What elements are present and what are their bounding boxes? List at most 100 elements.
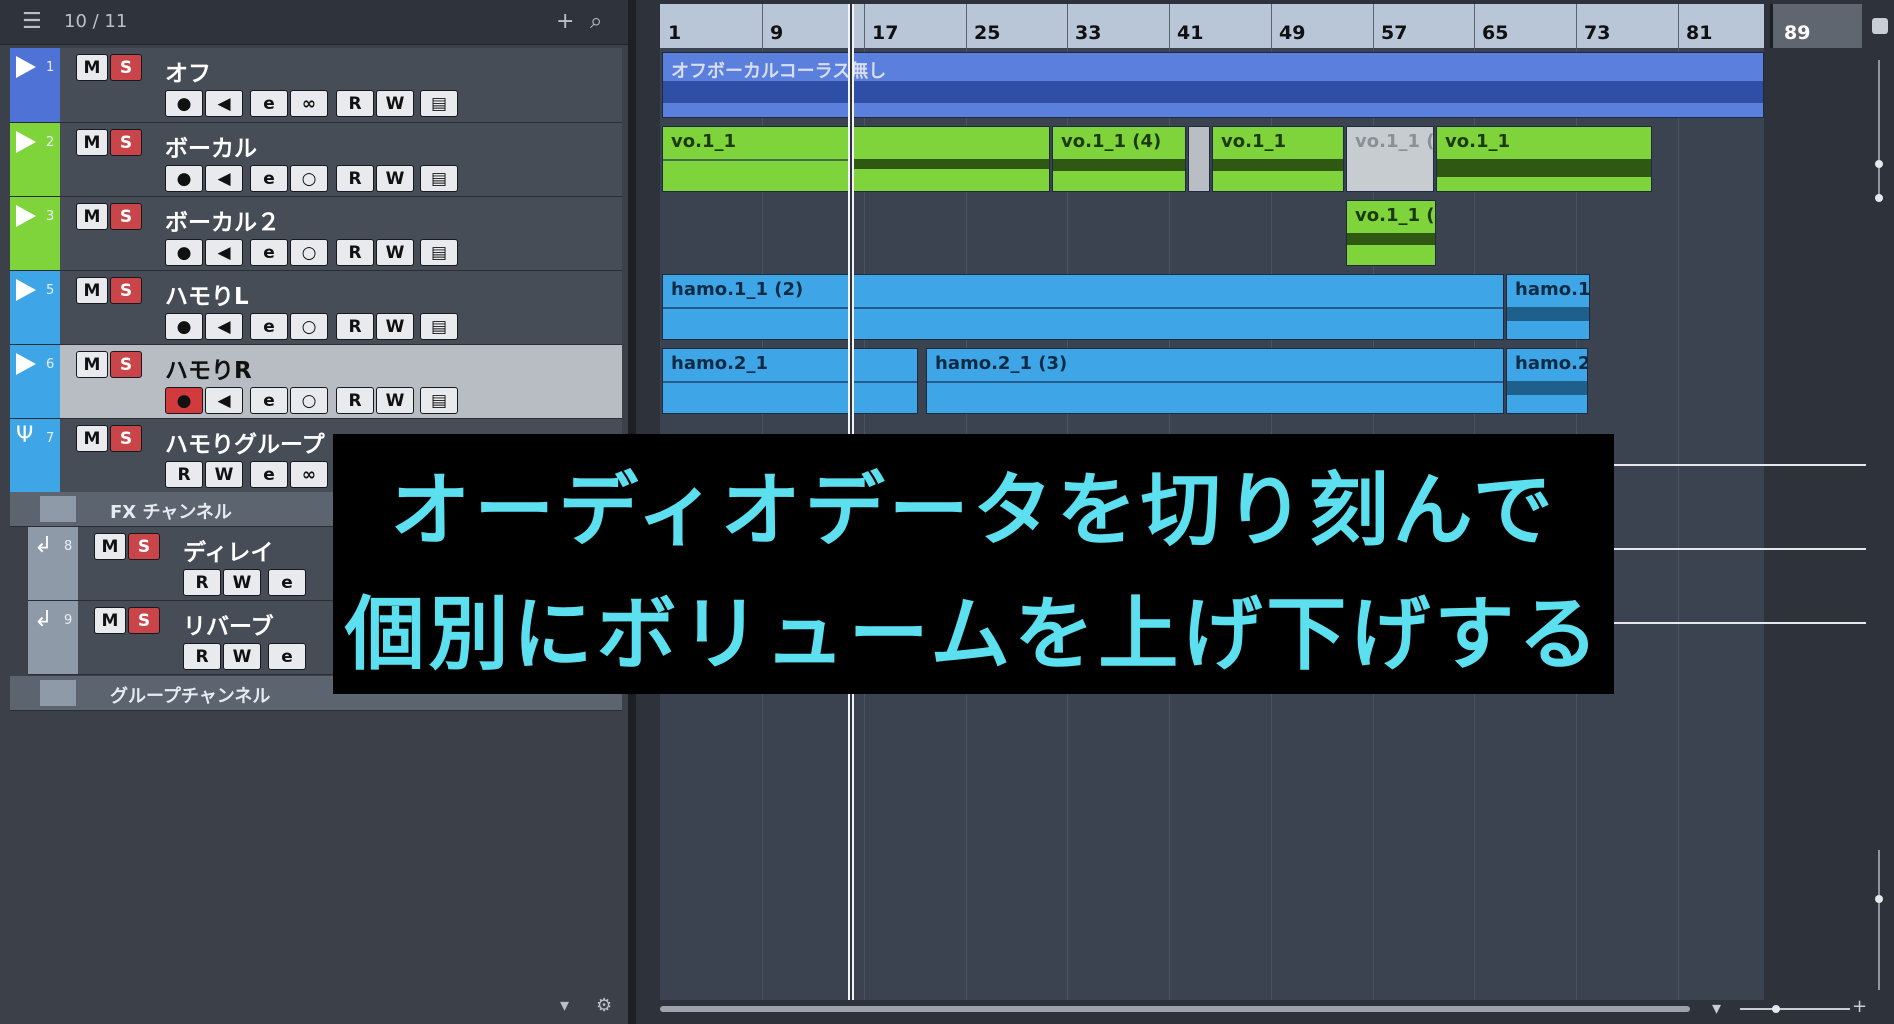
audio-event-muted[interactable] xyxy=(1188,126,1210,192)
solo-button[interactable]: S xyxy=(110,351,142,378)
vertical-zoom-handle[interactable] xyxy=(1875,160,1883,168)
gear-icon[interactable]: ⚙ xyxy=(596,995,612,1016)
record-enable-button[interactable]: ● xyxy=(165,313,203,340)
audio-event-vocal-muted[interactable]: vo.1_1 ( xyxy=(1346,126,1434,192)
track-3[interactable]: 3 M S ボーカル２ ● ◀ e ○ R W ▤ xyxy=(10,197,622,271)
keyboard-icon[interactable]: ▤ xyxy=(420,90,458,117)
solo-button[interactable]: S xyxy=(110,129,142,156)
vertical-scroll-handle[interactable] xyxy=(1875,895,1883,903)
keyboard-icon[interactable]: ▤ xyxy=(420,313,458,340)
solo-button[interactable]: S xyxy=(110,54,142,81)
vertical-zoom-track[interactable] xyxy=(1878,60,1880,200)
record-enable-button[interactable]: ● xyxy=(165,90,203,117)
write-automation-button[interactable]: W xyxy=(223,643,261,670)
audio-event-vocal-slices[interactable] xyxy=(850,126,1050,192)
edit-button[interactable]: e xyxy=(250,165,288,192)
mute-button[interactable]: M xyxy=(76,277,108,304)
chevron-down-icon[interactable]: ▾ xyxy=(1712,998,1721,1019)
link-icon[interactable]: ○ xyxy=(290,165,328,192)
write-automation-button[interactable]: W xyxy=(376,387,414,414)
waveform xyxy=(1507,307,1589,321)
audio-event-hamo2-b[interactable]: hamo.2 xyxy=(1506,348,1588,414)
edit-button[interactable]: e xyxy=(250,239,288,266)
automation-line[interactable] xyxy=(1600,464,1874,466)
solo-button[interactable]: S xyxy=(128,607,160,634)
audio-event-hamo2[interactable]: hamo.2_1 xyxy=(662,348,918,414)
search-icon[interactable]: ⌕ xyxy=(590,0,602,44)
mute-button[interactable]: M xyxy=(76,425,108,452)
edit-button[interactable]: e xyxy=(268,569,306,596)
edit-button[interactable]: e xyxy=(268,643,306,670)
audio-event-hamo1[interactable]: hamo.1_1 (2) xyxy=(662,274,1504,340)
audio-event-vocal-d[interactable]: vo.1_1 xyxy=(1436,126,1652,192)
mute-button[interactable]: M xyxy=(76,54,108,81)
read-automation-button[interactable]: R xyxy=(336,90,374,117)
solo-button[interactable]: S xyxy=(110,425,142,452)
plus-icon[interactable]: + xyxy=(556,0,574,44)
audio-event-vocal2[interactable]: vo.1_1 ( xyxy=(1346,200,1436,266)
edit-button[interactable]: e xyxy=(250,461,288,488)
plus-icon[interactable]: + xyxy=(1852,996,1867,1017)
solo-button[interactable]: S xyxy=(128,533,160,560)
monitor-button[interactable]: ◀ xyxy=(205,90,243,117)
track-2[interactable]: 2 M S ボーカル ● ◀ e ○ R W ▤ xyxy=(10,123,622,197)
audio-event-vocal-4[interactable]: vo.1_1 (4) xyxy=(1052,126,1186,192)
write-automation-button[interactable]: W xyxy=(223,569,261,596)
solo-button[interactable]: S xyxy=(110,277,142,304)
audio-event-vocal[interactable]: vo.1_1 xyxy=(662,126,850,192)
automation-line[interactable] xyxy=(1600,548,1874,550)
monitor-button[interactable]: ◀ xyxy=(205,165,243,192)
mute-button[interactable]: M xyxy=(94,607,126,634)
monitor-button[interactable]: ◀ xyxy=(205,239,243,266)
chevron-down-icon[interactable]: ▾ xyxy=(560,995,569,1016)
write-automation-button[interactable]: W xyxy=(376,313,414,340)
read-automation-button[interactable]: R xyxy=(183,643,221,670)
keyboard-icon[interactable]: ▤ xyxy=(420,165,458,192)
keyboard-icon[interactable]: ▤ xyxy=(420,239,458,266)
link-icon[interactable]: ○ xyxy=(290,239,328,266)
link-icon[interactable]: ○ xyxy=(290,313,328,340)
monitor-button[interactable]: ◀ xyxy=(205,313,243,340)
record-enable-button[interactable]: ● xyxy=(165,239,203,266)
write-automation-button[interactable]: W xyxy=(376,239,414,266)
read-automation-button[interactable]: R xyxy=(336,387,374,414)
vertical-scroll-track[interactable] xyxy=(1878,850,1880,990)
mute-button[interactable]: M xyxy=(76,203,108,230)
edit-button[interactable]: e xyxy=(250,387,288,414)
link-icon[interactable]: ○ xyxy=(290,387,328,414)
read-automation-button[interactable]: R xyxy=(165,461,203,488)
audio-event-vocal-b[interactable]: vo.1_1 xyxy=(1212,126,1344,192)
track-6[interactable]: 6 M S ハモりR ● ◀ e ○ R W ▤ xyxy=(10,345,622,419)
horizontal-scrollbar[interactable] xyxy=(660,1006,1690,1012)
link-icon[interactable]: ∞ xyxy=(290,461,328,488)
monitor-button[interactable]: ◀ xyxy=(205,387,243,414)
audio-event-off-vocal[interactable]: オフボーカルコーラス無し xyxy=(662,52,1764,118)
mute-button[interactable]: M xyxy=(94,533,126,560)
read-automation-button[interactable]: R xyxy=(336,165,374,192)
zoom-slider-handle[interactable] xyxy=(1772,1005,1780,1013)
read-automation-button[interactable]: R xyxy=(336,239,374,266)
link-icon[interactable]: ∞ xyxy=(290,90,328,117)
keyboard-icon[interactable]: ▤ xyxy=(420,387,458,414)
zoom-slider[interactable] xyxy=(1740,1008,1850,1010)
solo-button[interactable]: S xyxy=(110,203,142,230)
read-automation-button[interactable]: R xyxy=(336,313,374,340)
vertical-zoom-handle[interactable] xyxy=(1875,194,1883,202)
audio-event-hamo2-3[interactable]: hamo.2_1 (3) xyxy=(926,348,1504,414)
write-automation-button[interactable]: W xyxy=(205,461,243,488)
automation-line[interactable] xyxy=(1600,622,1874,624)
write-automation-button[interactable]: W xyxy=(376,165,414,192)
read-automation-button[interactable]: R xyxy=(183,569,221,596)
write-automation-button[interactable]: W xyxy=(376,90,414,117)
mute-button[interactable]: M xyxy=(76,351,108,378)
record-enable-button[interactable]: ● xyxy=(165,165,203,192)
mute-button[interactable]: M xyxy=(76,129,108,156)
record-enable-button[interactable]: ● xyxy=(165,387,203,414)
chevron-down-icon[interactable] xyxy=(1872,18,1888,34)
edit-button[interactable]: e xyxy=(250,313,288,340)
list-icon[interactable]: ☰ xyxy=(22,0,42,44)
audio-event-hamo1-b[interactable]: hamo.1 xyxy=(1506,274,1590,340)
edit-button[interactable]: e xyxy=(250,90,288,117)
track-5[interactable]: 5 M S ハモりL ● ◀ e ○ R W ▤ xyxy=(10,271,622,345)
track-1[interactable]: 1 M S オフ ● ◀ e ∞ R W ▤ xyxy=(10,48,622,123)
